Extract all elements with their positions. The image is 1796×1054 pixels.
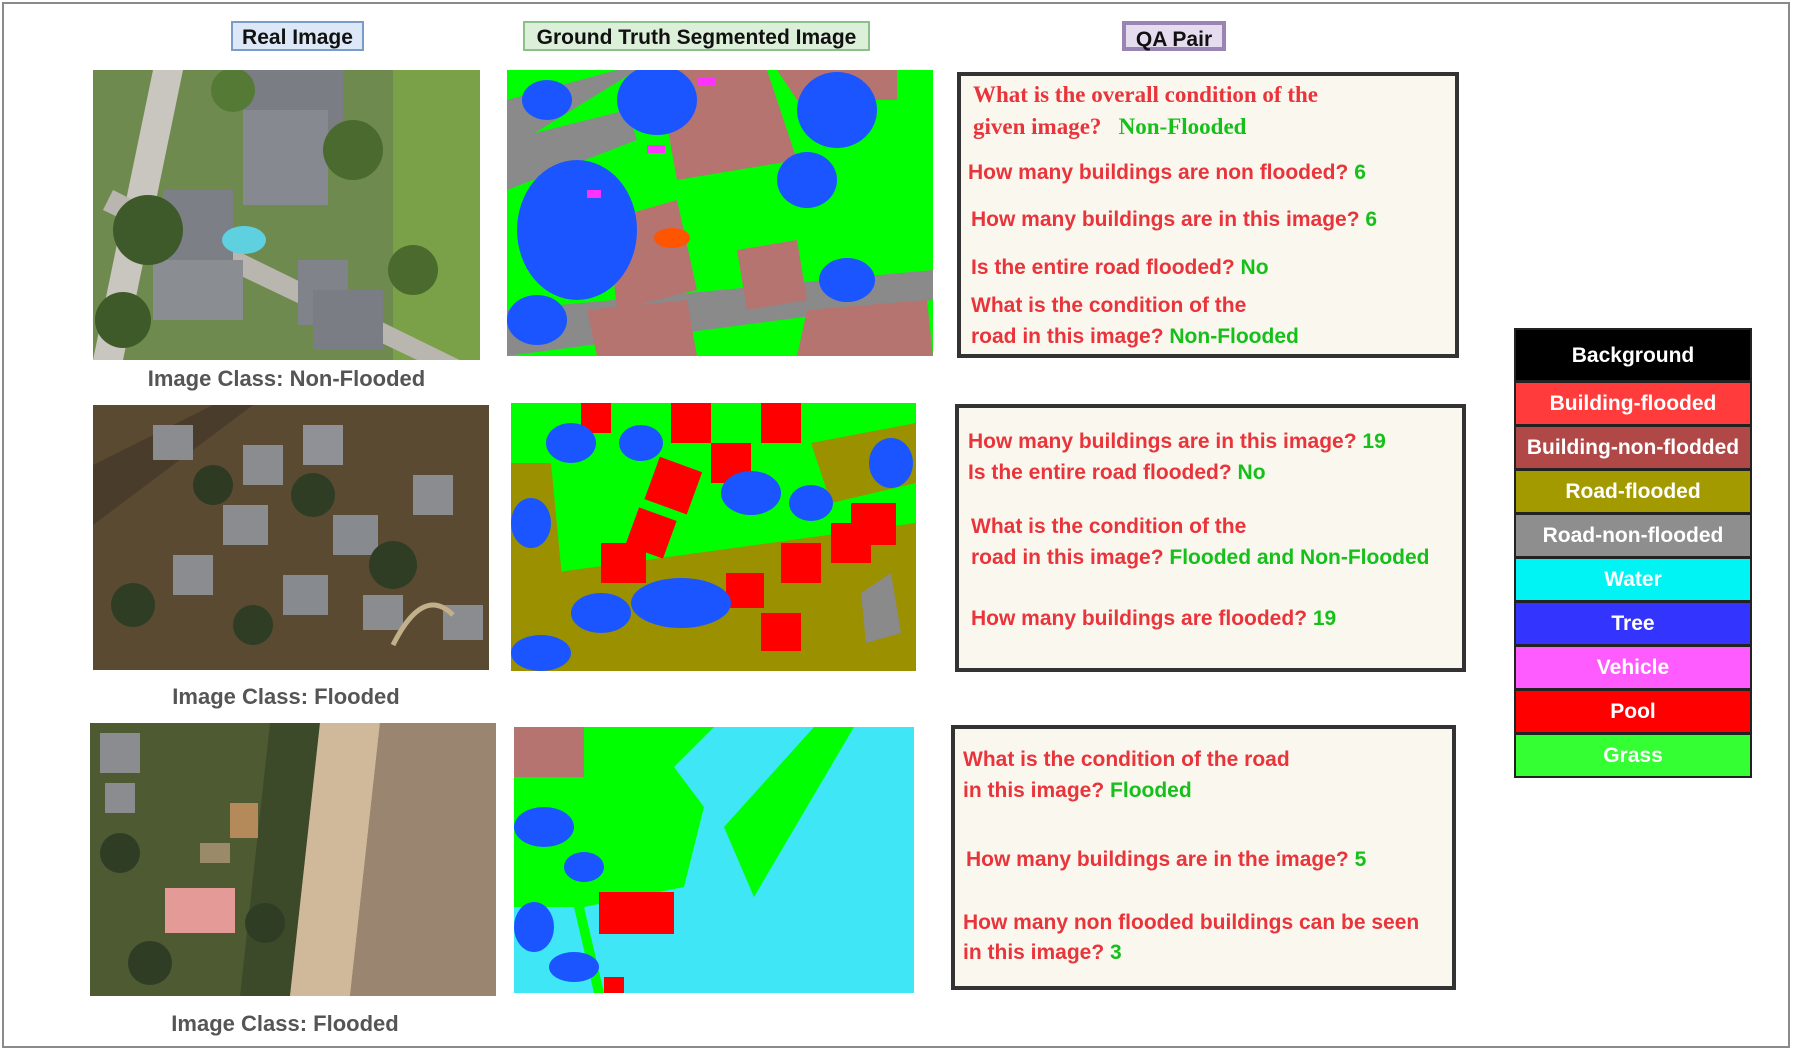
legend-pool: Pool [1514, 689, 1752, 734]
legend-grass: Grass [1514, 733, 1752, 778]
caption-row-3: Image Class: Flooded [171, 1011, 399, 1036]
legend-vehicle: Vehicle [1514, 645, 1752, 690]
qa-1-line-1: What is the overall condition of the [973, 82, 1318, 107]
qa-3-line-2: in this image? Flooded [963, 779, 1192, 802]
qa-1-line-5: Is the entire road flooded? No [971, 256, 1269, 279]
header-qa-pair: QA Pair [1122, 21, 1226, 51]
legend-road-non-flooded: Road-non-flooded [1514, 513, 1752, 558]
caption-row-2: Image Class: Flooded [172, 684, 400, 709]
real-image-1 [93, 70, 480, 360]
caption-row-1: Image Class: Non-Flooded [147, 366, 426, 391]
legend-building-non-flooded: Building-non-flodded [1514, 425, 1752, 470]
qa-2-line-2: Is the entire road flooded? No [968, 461, 1266, 484]
qa-1-line-7: road in this image? Non-Flooded [971, 325, 1299, 348]
qa-1-line-6: What is the condition of the [971, 294, 1247, 317]
real-image-2 [93, 405, 489, 670]
qa-2-line-3: What is the condition of the [971, 515, 1247, 538]
qa-2-line-5: How many buildings are flooded? 19 [971, 607, 1337, 630]
segmented-image-3 [514, 727, 914, 993]
legend-water: Water [1514, 557, 1752, 602]
header-ground-truth: Ground Truth Segmented Image [523, 21, 870, 51]
qa-2-line-1: How many buildings are in this image? 19 [968, 430, 1386, 453]
qa-3-line-3: How many buildings are in the image? 5 [966, 848, 1367, 871]
segmented-image-1 [507, 70, 933, 356]
qa-3-line-4: How many non flooded buildings can be se… [963, 911, 1420, 934]
legend-building-flooded: Building-flooded [1514, 381, 1752, 426]
segmented-image-2 [511, 403, 916, 671]
real-image-3 [90, 723, 496, 996]
qa-1-line-3: How many buildings are non flooded? 6 [968, 161, 1366, 184]
qa-3-line-5: in this image? 3 [963, 941, 1122, 964]
qa-2-line-4: road in this image? Flooded and Non-Floo… [971, 546, 1430, 569]
header-real-image: Real Image [231, 21, 364, 51]
legend-road-flooded: Road-flooded [1514, 469, 1752, 514]
qa-1-line-4: How many buildings are in this image? 6 [971, 208, 1378, 231]
color-legend: Background Building-flooded Building-non… [1514, 328, 1752, 778]
legend-background: Background [1514, 328, 1752, 382]
qa-1-line-2: given image? Non-Flooded [973, 114, 1247, 139]
legend-tree: Tree [1514, 601, 1752, 646]
qa-3-line-1: What is the condition of the road [963, 748, 1290, 771]
